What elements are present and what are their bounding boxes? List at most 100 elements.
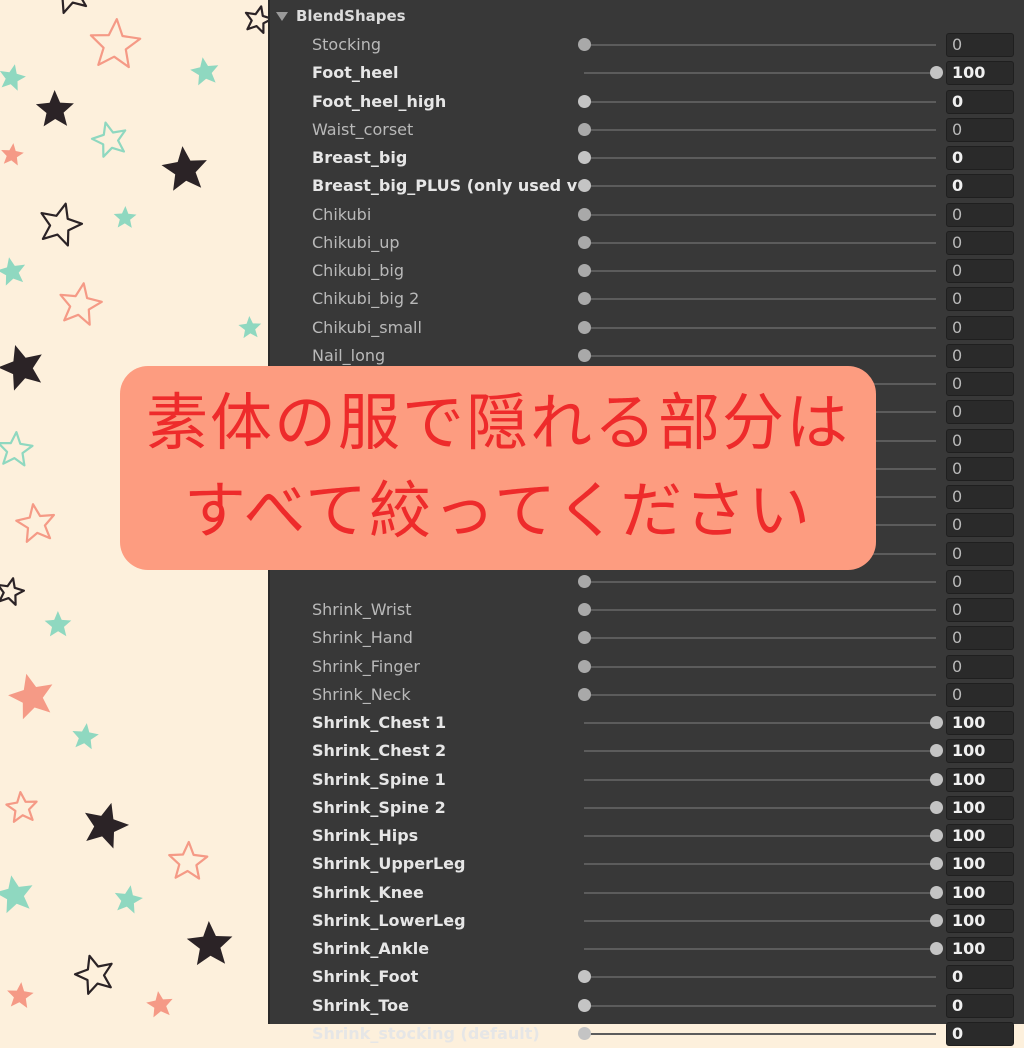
slider-handle[interactable]: [930, 885, 943, 899]
blendshape-slider[interactable]: [578, 292, 936, 306]
blendshape-slider[interactable]: [578, 264, 936, 277]
blendshape-slider[interactable]: [584, 829, 943, 842]
blendshape-value-field[interactable]: 0: [946, 230, 1014, 255]
blendshape-value-field[interactable]: 0: [946, 626, 1014, 651]
blendshape-row: Shrink_Finger 0: [270, 653, 1024, 681]
blendshape-value-field[interactable]: 0: [946, 513, 1014, 538]
blendshape-value-field[interactable]: 0: [946, 965, 1014, 990]
slider-handle[interactable]: [578, 94, 591, 108]
blendshape-value-field[interactable]: 0: [946, 654, 1014, 679]
blendshape-slider[interactable]: [584, 66, 943, 80]
slider-handle[interactable]: [930, 66, 943, 80]
slider-handle[interactable]: [578, 574, 591, 588]
blendshape-value-field[interactable]: 0: [946, 343, 1014, 368]
blendshape-value-field[interactable]: 0: [946, 315, 1014, 340]
blendshape-value-field[interactable]: 0: [946, 569, 1014, 594]
slider-handle[interactable]: [578, 1026, 591, 1040]
blendshape-value-field[interactable]: 0: [946, 33, 1014, 57]
blendshape-slider[interactable]: [578, 207, 936, 221]
slider-handle[interactable]: [578, 631, 591, 645]
slider-handle[interactable]: [578, 659, 591, 673]
star-icon: [0, 64, 26, 91]
slider-handle[interactable]: [578, 320, 591, 334]
blendshape-value-field[interactable]: 0: [946, 1021, 1014, 1046]
slider-handle[interactable]: [578, 998, 591, 1012]
blendshape-value-field[interactable]: 0: [946, 259, 1014, 283]
blendshape-value-field[interactable]: 0: [946, 146, 1014, 170]
blendshape-value-field[interactable]: 100: [946, 824, 1014, 848]
blendshape-value-field[interactable]: 0: [946, 682, 1014, 707]
slider-handle[interactable]: [578, 970, 591, 984]
blendshape-value-field[interactable]: 0: [946, 993, 1014, 1018]
blendshape-slider[interactable]: [584, 857, 943, 871]
slider-handle[interactable]: [578, 603, 591, 616]
blendshape-value-field[interactable]: 0: [946, 456, 1014, 481]
foldout-triangle-icon[interactable]: [276, 11, 288, 21]
blendshape-slider[interactable]: [584, 885, 943, 899]
slider-handle[interactable]: [930, 913, 943, 927]
star-icon: [85, 802, 129, 849]
slider-handle[interactable]: [578, 151, 591, 164]
blendshape-slider[interactable]: [578, 970, 936, 984]
blendshape-value-field[interactable]: 0: [946, 598, 1014, 622]
blendshape-name: Shrink_Knee: [312, 882, 424, 902]
slider-handle[interactable]: [930, 829, 943, 842]
blendshape-slider[interactable]: [578, 348, 936, 362]
blendshape-value-field[interactable]: 0: [946, 202, 1014, 227]
blendshape-slider[interactable]: [584, 744, 943, 758]
slider-handle[interactable]: [930, 716, 943, 729]
blendshape-value-field[interactable]: 0: [946, 428, 1014, 453]
slider-handle[interactable]: [930, 942, 943, 955]
slider-handle[interactable]: [578, 687, 591, 701]
blendshape-slider[interactable]: [578, 998, 936, 1012]
slider-handle[interactable]: [930, 800, 943, 814]
blendshape-slider[interactable]: [578, 151, 936, 164]
blendshape-value-field[interactable]: 100: [946, 711, 1014, 735]
slider-handle[interactable]: [578, 122, 591, 136]
slider-handle[interactable]: [578, 348, 591, 362]
blendshape-value-field[interactable]: 0: [946, 117, 1014, 142]
blendshape-slider[interactable]: [584, 913, 943, 927]
blendshape-slider[interactable]: [578, 574, 936, 588]
blendshape-value-field[interactable]: 0: [946, 400, 1014, 425]
blendshape-value-field[interactable]: 0: [946, 287, 1014, 312]
slider-handle[interactable]: [930, 857, 943, 871]
blendshape-slider[interactable]: [584, 716, 943, 729]
blendshape-value-field[interactable]: 100: [946, 852, 1014, 877]
blendshape-slider[interactable]: [578, 603, 936, 616]
blendshape-slider[interactable]: [578, 122, 936, 136]
slider-handle[interactable]: [578, 235, 591, 249]
blendshape-value-field[interactable]: 0: [946, 372, 1014, 396]
blendshape-value-field[interactable]: 100: [946, 61, 1014, 86]
blendshape-slider[interactable]: [578, 659, 936, 673]
blendshape-value-field[interactable]: 100: [946, 767, 1014, 792]
slider-handle[interactable]: [578, 292, 591, 306]
blendshape-slider[interactable]: [584, 942, 943, 955]
blendshape-slider[interactable]: [584, 800, 943, 814]
blendshape-slider[interactable]: [578, 94, 936, 108]
slider-handle[interactable]: [578, 264, 591, 277]
blendshape-slider[interactable]: [578, 235, 936, 249]
blendshape-slider[interactable]: [578, 631, 936, 645]
blendshape-value-field[interactable]: 0: [946, 541, 1014, 566]
blendshape-value-field[interactable]: 0: [946, 485, 1014, 509]
blendshape-slider[interactable]: [584, 772, 943, 786]
blendshape-slider[interactable]: [578, 320, 936, 334]
blendshape-value-field[interactable]: 100: [946, 795, 1014, 820]
slider-handle[interactable]: [578, 38, 591, 51]
blendshape-slider[interactable]: [578, 1026, 936, 1040]
blendshape-value-field[interactable]: 100: [946, 908, 1014, 933]
blendshape-value-field[interactable]: 0: [946, 174, 1014, 199]
blendshape-value-field[interactable]: 0: [946, 89, 1014, 114]
blendshape-slider[interactable]: [578, 687, 936, 701]
blendshape-slider[interactable]: [578, 38, 936, 51]
slider-handle[interactable]: [578, 207, 591, 221]
blendshape-value-field[interactable]: 100: [946, 880, 1014, 905]
blendshape-slider[interactable]: [578, 179, 936, 193]
slider-handle[interactable]: [930, 744, 943, 758]
blendshape-value-field[interactable]: 100: [946, 739, 1014, 764]
blendshapes-header[interactable]: BlendShapes: [270, 2, 1024, 30]
blendshape-value-field[interactable]: 100: [946, 937, 1014, 961]
slider-handle[interactable]: [930, 772, 943, 786]
slider-handle[interactable]: [578, 179, 591, 193]
